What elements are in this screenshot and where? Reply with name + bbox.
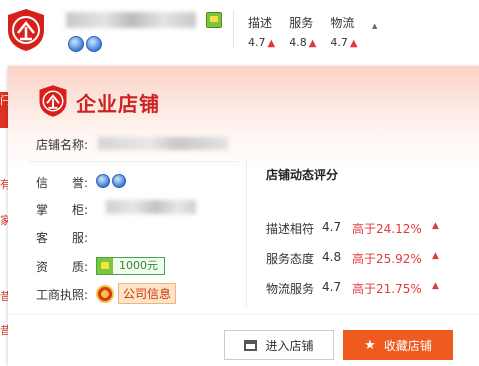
up-arrow-icon: ▲ xyxy=(267,38,276,49)
favorite-shop-button[interactable]: ★ 收藏店铺 xyxy=(343,330,453,360)
divider xyxy=(233,10,234,48)
business-license-row: 工商执照: xyxy=(36,288,89,302)
up-arrow-icon: ▲ xyxy=(308,38,317,49)
diamond-icon xyxy=(68,36,84,52)
score-value: 4.7 xyxy=(330,36,348,49)
dynamic-score-row: 物流服务 4.7 高于21.75% ▲ xyxy=(266,280,439,296)
shop-header: 描述 4.7 ▲ 服务 4.8 ▲ 物流 4.7 ▲ ▲ xyxy=(0,0,479,62)
strip-text: 有 xyxy=(0,178,8,191)
diamond-icon xyxy=(112,174,126,188)
strip-text: 昔 xyxy=(0,324,8,337)
header-scores: 描述 4.7 ▲ 服务 4.8 ▲ 物流 4.7 ▲ xyxy=(248,14,358,49)
shop-name-redacted[interactable] xyxy=(66,12,196,28)
enterprise-badge-icon xyxy=(8,9,44,51)
background-page-strip: 闩 有 家 昔 昔 xyxy=(0,66,8,358)
score-value: 4.7 xyxy=(248,36,266,49)
panel-title: 企业店铺 xyxy=(76,92,160,116)
owner-name-redacted xyxy=(106,200,196,214)
shop-name-redacted xyxy=(98,137,228,150)
owner-row: 掌 柜: xyxy=(36,203,89,217)
score-value: 4.8 xyxy=(289,36,307,49)
reputation-row: 信 誉: xyxy=(36,176,89,190)
shop-info-popup: 企业店铺 店铺名称: 信 誉: 掌 柜: 客 服: 资 质: 1000元 工商执… xyxy=(8,66,479,366)
reputation-diamonds xyxy=(96,174,126,188)
strip-text: 闩 xyxy=(0,92,8,128)
divider xyxy=(246,158,247,308)
diamond-icon xyxy=(86,36,102,52)
customer-service-row: 客 服: xyxy=(36,231,89,245)
score-logistics: 物流 4.7 ▲ xyxy=(330,16,358,49)
caret-down-icon[interactable]: ▲ xyxy=(372,22,377,30)
up-arrow-icon: ▲ xyxy=(432,221,439,231)
dynamic-score-title: 店铺动态评分 xyxy=(266,168,339,182)
strip-text: 家 xyxy=(0,214,8,227)
score-service: 服务 4.8 ▲ xyxy=(289,16,317,49)
strip-text: 昔 xyxy=(0,290,8,303)
crown-icon xyxy=(206,12,222,28)
dynamic-score-row: 服务态度 4.8 高于25.92% ▲ xyxy=(266,250,439,266)
deposit-badge[interactable]: 1000元 xyxy=(96,257,165,275)
shop-name-label: 店铺名称: xyxy=(36,138,89,152)
divider xyxy=(28,161,238,162)
shop-icon xyxy=(244,339,258,351)
up-arrow-icon: ▲ xyxy=(432,251,439,261)
score-description: 描述 4.7 ▲ xyxy=(248,16,276,49)
enter-shop-button[interactable]: 进入店铺 xyxy=(224,330,334,360)
reputation-diamonds xyxy=(68,36,102,52)
deposit-icon xyxy=(97,258,113,274)
diamond-icon xyxy=(96,174,110,188)
company-info-link[interactable]: 公司信息 xyxy=(96,283,177,304)
qualification-row: 资 质: xyxy=(36,260,89,274)
enterprise-badge-icon xyxy=(39,85,67,117)
divider xyxy=(8,314,479,315)
business-license-seal-icon xyxy=(96,284,114,303)
star-icon: ★ xyxy=(364,337,376,353)
up-arrow-icon: ▲ xyxy=(432,281,439,291)
up-arrow-icon: ▲ xyxy=(349,38,358,49)
dynamic-score-row: 描述相符 4.7 高于24.12% ▲ xyxy=(266,220,439,236)
